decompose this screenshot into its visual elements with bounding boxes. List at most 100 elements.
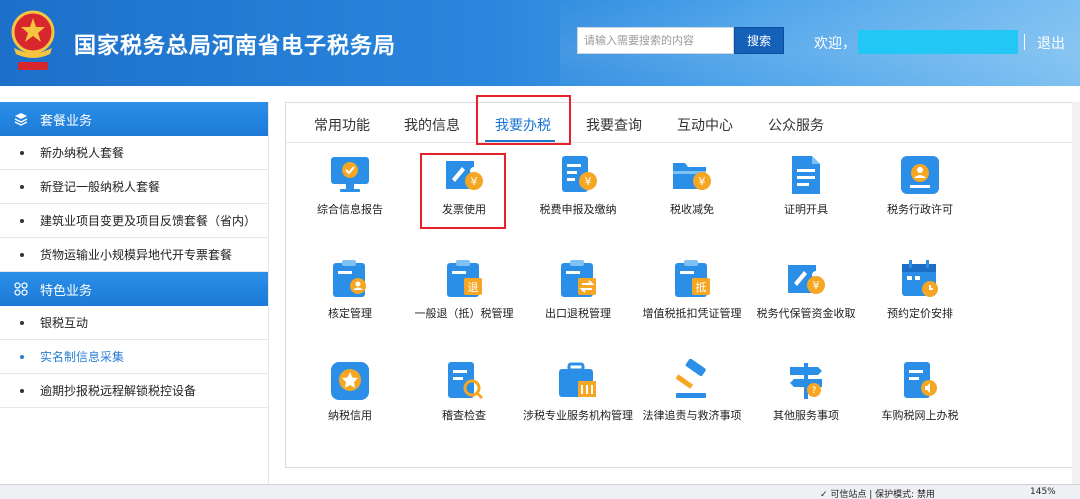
sidebar-item-label: 实名制信息采集 (40, 350, 125, 364)
sidebar-section-label: 套餐业务 (40, 113, 93, 129)
user-card-icon (898, 153, 942, 197)
sidebar-item-label: 货物运输业小规模异地代开专票套餐 (40, 248, 233, 262)
tile-assessment[interactable]: 核定管理 (294, 257, 406, 320)
tile-comprehensive-report[interactable]: 综合信息报告 (294, 153, 406, 216)
tab-common[interactable]: 常用功能 (314, 115, 370, 135)
svg-text:¥: ¥ (699, 175, 706, 188)
certificate-icon (784, 153, 828, 197)
tile-inspection[interactable]: 稽查检查 (408, 359, 520, 422)
scrollbar-right[interactable] (1072, 102, 1080, 484)
tile-vehicle-tax[interactable]: 车购税网上办税 (864, 359, 976, 422)
logout-link[interactable]: 退出 (1037, 33, 1065, 53)
sidebar-item-label: 新登记一般纳税人套餐 (40, 180, 161, 194)
tile-label: 综合信息报告 (317, 203, 383, 216)
clipboard-deduct-icon: 抵 (670, 257, 714, 301)
tile-tax-relief[interactable]: ¥ 税收减免 (636, 153, 748, 216)
briefcase-building-icon (556, 359, 600, 403)
monitor-check-icon (328, 153, 372, 197)
main-panel: 常用功能 我的信息 我要办税 我要查询 互动中心 公众服务 综合信息报告 ¥ 发… (285, 95, 1078, 468)
sidebar-item-new-taxpayer[interactable]: 新办纳税人套餐 (0, 136, 268, 170)
sidebar-item-label: 银税互动 (40, 316, 89, 330)
layers-icon (14, 113, 28, 126)
tile-tax-credit[interactable]: 纳税信用 (294, 359, 406, 422)
tab-bar: 常用功能 我的信息 我要办税 我要查询 互动中心 公众服务 (286, 95, 1077, 145)
tile-custody-funds[interactable]: ¥ 税务代保管资金收取 (750, 257, 862, 320)
tile-other-services[interactable]: ? 其他服务事项 (750, 359, 862, 422)
bullet-icon (20, 252, 24, 257)
grid-icon (14, 282, 28, 296)
tile-vat-deduction[interactable]: 抵 增值税抵扣凭证管理 (636, 257, 748, 320)
tab-query[interactable]: 我要查询 (586, 115, 642, 135)
document-sound-icon (898, 359, 942, 403)
folder-yen-icon: ¥ (670, 153, 714, 197)
tab-public-service[interactable]: 公众服务 (768, 115, 824, 135)
sidebar-item-transport[interactable]: 货物运输业小规模异地代开专票套餐 (0, 238, 268, 272)
tile-apa[interactable]: 预约定价安排 (864, 257, 976, 320)
zoom-level[interactable]: 145% (1030, 487, 1056, 497)
username-redacted (858, 30, 1018, 54)
welcome-text: 欢迎， (814, 36, 856, 52)
tile-export-refund[interactable]: 出口退税管理 (522, 257, 634, 320)
ticket-yen-icon: ¥ (784, 257, 828, 301)
bullet-icon (20, 388, 24, 393)
tile-label: 税收减免 (670, 203, 714, 216)
clipboard-refund-icon: 退 (442, 257, 486, 301)
tab-my-info[interactable]: 我的信息 (404, 115, 460, 135)
svg-text:退: 退 (468, 281, 479, 294)
tile-label: 税务代保管资金收取 (756, 307, 856, 320)
tab-interaction[interactable]: 互动中心 (677, 115, 733, 135)
svg-text:抵: 抵 (696, 280, 707, 294)
browser-viewport: 国家税务总局河南省电子税务局 搜索 欢迎， 退出 套餐业务 新办纳税人套餐 新登… (0, 0, 1080, 499)
tile-label: 车购税网上办税 (881, 409, 959, 422)
sidebar: 套餐业务 新办纳税人套餐 新登记一般纳税人套餐 建筑业项目变更及项目反馈套餐（省… (0, 102, 269, 484)
tile-label: 其他服务事项 (773, 409, 839, 422)
calendar-clock-icon (898, 257, 942, 301)
tile-label: 稽查检查 (442, 409, 486, 422)
svg-text:¥: ¥ (585, 175, 592, 188)
tile-label: 涉税专业服务机构管理 (523, 409, 633, 422)
star-badge-icon (328, 359, 372, 403)
tile-label: 一般退（抵）税管理 (414, 307, 514, 320)
tile-label: 税务行政许可 (887, 203, 953, 216)
tax-emblem-icon (11, 10, 55, 70)
search-button[interactable]: 搜索 (734, 27, 784, 54)
svg-text:¥: ¥ (813, 279, 820, 292)
tile-label: 纳税信用 (328, 409, 372, 422)
sidebar-section-package[interactable]: 套餐业务 (0, 102, 268, 136)
bullet-icon (20, 150, 24, 155)
site-title: 国家税务总局河南省电子税务局 (74, 34, 397, 59)
tile-general-refund[interactable]: 退 一般退（抵）税管理 (408, 257, 520, 320)
document-search-icon (442, 359, 486, 403)
clipboard-export-icon (556, 257, 600, 301)
sidebar-item-general-taxpayer[interactable]: 新登记一般纳税人套餐 (0, 170, 268, 204)
tile-label: 证明开具 (784, 203, 828, 216)
bullet-icon (20, 218, 24, 223)
sidebar-item-label: 建筑业项目变更及项目反馈套餐（省内） (40, 214, 257, 228)
tile-label: 增值税抵扣凭证管理 (642, 307, 742, 320)
bullet-icon (20, 320, 24, 325)
sidebar-item-construction[interactable]: 建筑业项目变更及项目反馈套餐（省内） (0, 204, 268, 238)
document-yen-icon: ¥ (556, 153, 600, 197)
tile-label: 出口退税管理 (545, 307, 611, 320)
sidebar-item-real-name[interactable]: 实名制信息采集 (0, 340, 268, 374)
tile-admin-license[interactable]: 税务行政许可 (864, 153, 976, 216)
tile-highlight-box (420, 153, 506, 229)
search-input[interactable] (577, 27, 734, 54)
bullet-icon (20, 184, 24, 189)
trusted-site-status: ✓ 可信站点 | 保护模式: 禁用 (820, 490, 936, 499)
tile-tax-filing[interactable]: ¥ 税费申报及缴纳 (522, 153, 634, 216)
site-header: 国家税务总局河南省电子税务局 搜索 欢迎， 退出 (0, 0, 1080, 86)
clipboard-user-icon (328, 257, 372, 301)
sidebar-item-bank-tax[interactable]: 银税互动 (0, 306, 268, 340)
bullet-icon (20, 354, 24, 359)
header-divider (1024, 34, 1025, 50)
svg-text:?: ? (812, 386, 817, 396)
sidebar-item-remote-unlock[interactable]: 逾期抄报税远程解锁税控设备 (0, 374, 268, 408)
tile-certificate[interactable]: 证明开具 (750, 153, 862, 216)
tile-label: 预约定价安排 (887, 307, 953, 320)
sidebar-section-featured[interactable]: 特色业务 (0, 272, 268, 306)
browser-status-bar: ✓ 可信站点 | 保护模式: 禁用 145% (0, 484, 1080, 499)
tile-label: 税费申报及缴纳 (539, 203, 617, 216)
tile-legal-remedy[interactable]: 法律追责与救济事项 (636, 358, 748, 422)
tile-agency-management[interactable]: 涉税专业服务机构管理 (522, 359, 634, 422)
